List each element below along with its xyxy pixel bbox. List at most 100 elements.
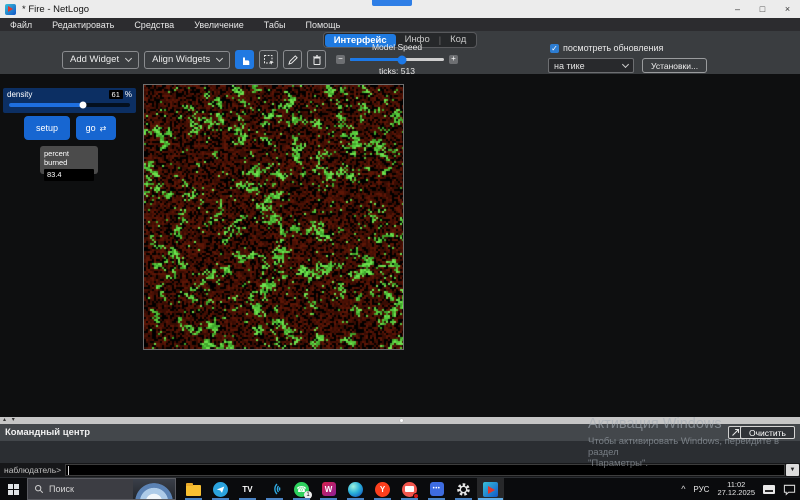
view-updates-checkbox[interactable]: ✓ [550,44,559,53]
menu-tools[interactable]: Средства [134,20,174,30]
update-mode-dropdown[interactable]: на тике [548,58,634,73]
menu-bar: Файл Редактировать Средства Увеличение Т… [0,18,800,31]
whatsapp-badge: 1 [304,491,312,499]
title-bar[interactable]: * Fire - NetLogo – □ × [0,0,800,18]
mail-icon [402,482,417,497]
trash-icon [311,54,323,66]
toolbar-panel: Интерфейс Инфо | Код Add Widget Align Wi… [0,31,800,74]
language-indicator[interactable]: РУС [693,485,709,494]
hand-pointer-icon [239,54,251,66]
edge-taskbar-button[interactable] [342,478,369,500]
tradingview-taskbar-button[interactable]: TV [234,478,261,500]
splitter-grip[interactable] [400,419,403,422]
envelope-icon [405,486,414,492]
touch-keyboard-icon[interactable] [763,485,775,494]
clear-button[interactable]: Очистить [740,426,795,439]
density-slider-track[interactable] [9,103,130,107]
close-button[interactable]: × [775,0,800,18]
gear-icon [456,482,471,497]
taskbar: Поиск TV [0,478,800,500]
observer-prompt: наблюдатель> [0,465,65,475]
settings-button[interactable]: Установки... [642,58,707,73]
telegram-taskbar-button[interactable] [207,478,234,500]
clock[interactable]: 11:02 27.12.2025 [717,481,755,498]
search-placeholder: Поиск [49,484,74,494]
update-mode-value: на тике [554,61,585,71]
world-view[interactable] [143,84,404,350]
add-widget-dropdown[interactable]: Add Widget [62,51,139,69]
chevron-down-icon [622,60,629,67]
monitor-label: percent burned [44,149,94,167]
telegram-icon [213,482,228,497]
speed-decrease-button[interactable]: − [336,55,345,64]
mail-taskbar-button[interactable] [396,478,423,500]
command-center-header: Командный центр [0,424,800,441]
password-manager-icon: ••• [430,482,444,496]
menu-file[interactable]: Файл [10,20,32,30]
view-updates-row: ✓ посмотреть обновления [550,43,663,53]
widget-toolbar: Add Widget Align Widgets [62,50,326,69]
density-label: density [7,90,32,99]
view-updates-label: посмотреть обновления [563,43,663,53]
command-center-title: Командный центр [0,427,90,438]
notification-center-icon[interactable] [783,483,796,496]
speed-slider-fill [350,58,402,61]
go-button[interactable]: go ⇄ [76,116,116,140]
command-center-splitter[interactable]: ▴ ▾ [0,417,800,424]
background-window-fragment [372,0,412,6]
menu-zoom[interactable]: Увеличение [194,20,244,30]
whatsapp-taskbar-button[interactable]: ☎ 1 [288,478,315,500]
file-explorer-taskbar-button[interactable] [180,478,207,500]
yandex-taskbar-button[interactable]: Y [369,478,396,500]
text-caret [68,466,69,475]
password-manager-taskbar-button[interactable]: ••• [423,478,450,500]
tradingview-icon: TV [242,485,252,494]
speed-slider-thumb[interactable] [397,55,406,64]
menu-edit[interactable]: Редактировать [52,20,114,30]
settings-taskbar-button[interactable] [450,478,477,500]
menu-tabs[interactable]: Табы [264,20,286,30]
search-icon [34,484,44,494]
world-view-canvas[interactable] [144,85,403,349]
taskbar-apps: TV ☎ 1 W Y [180,478,504,500]
netlogo-taskbar-button[interactable] [477,478,504,500]
maximize-button[interactable]: □ [750,0,775,18]
taskbar-search[interactable]: Поиск [27,478,176,500]
speed-increase-button[interactable]: + [449,55,458,64]
density-slider-widget[interactable]: density 61 % [3,88,136,113]
command-input-row: наблюдатель> ▼ [0,463,800,477]
edit-tool-button[interactable] [283,50,302,69]
minimize-button[interactable]: – [725,0,750,18]
collapse-up-icon[interactable]: ▴ [3,417,8,423]
add-widget-label: Add Widget [70,54,119,65]
delete-tool-button[interactable] [307,50,326,69]
select-tool-button[interactable] [259,50,278,69]
command-history-button[interactable]: ▼ [786,464,799,476]
wildberries-taskbar-button[interactable]: W [315,478,342,500]
density-slider-thumb[interactable] [79,102,86,109]
weather-widget[interactable] [133,479,175,499]
model-speed-slider[interactable] [350,58,444,61]
align-widgets-dropdown[interactable]: Align Widgets [144,51,230,69]
density-slider-fill [9,103,83,107]
netlogo-app-icon [5,4,16,15]
start-button[interactable] [0,478,27,500]
wildberries-icon: W [322,482,336,496]
interact-tool-button[interactable] [235,50,254,69]
mail-notification-badge [413,493,419,499]
collapse-down-icon[interactable]: ▾ [12,417,17,423]
tray-expand-chevron[interactable]: ^ [681,484,685,494]
chevron-down-icon [125,54,132,61]
window-controls: – □ × [725,0,800,18]
menu-help[interactable]: Помощь [306,20,341,30]
setup-button[interactable]: setup [24,116,70,140]
marquee-select-icon [263,54,275,66]
monitor-value: 83.4 [44,169,94,181]
yandex-browser-icon: Y [375,482,390,497]
command-center: Командный центр Очистить наблюдатель> ▼ [0,424,800,478]
percent-burned-monitor: percent burned 83.4 [40,146,98,174]
waves-app-taskbar-button[interactable] [261,478,288,500]
command-input[interactable] [65,464,785,476]
netlogo-arrow-icon [488,486,495,494]
waves-icon [268,482,282,496]
